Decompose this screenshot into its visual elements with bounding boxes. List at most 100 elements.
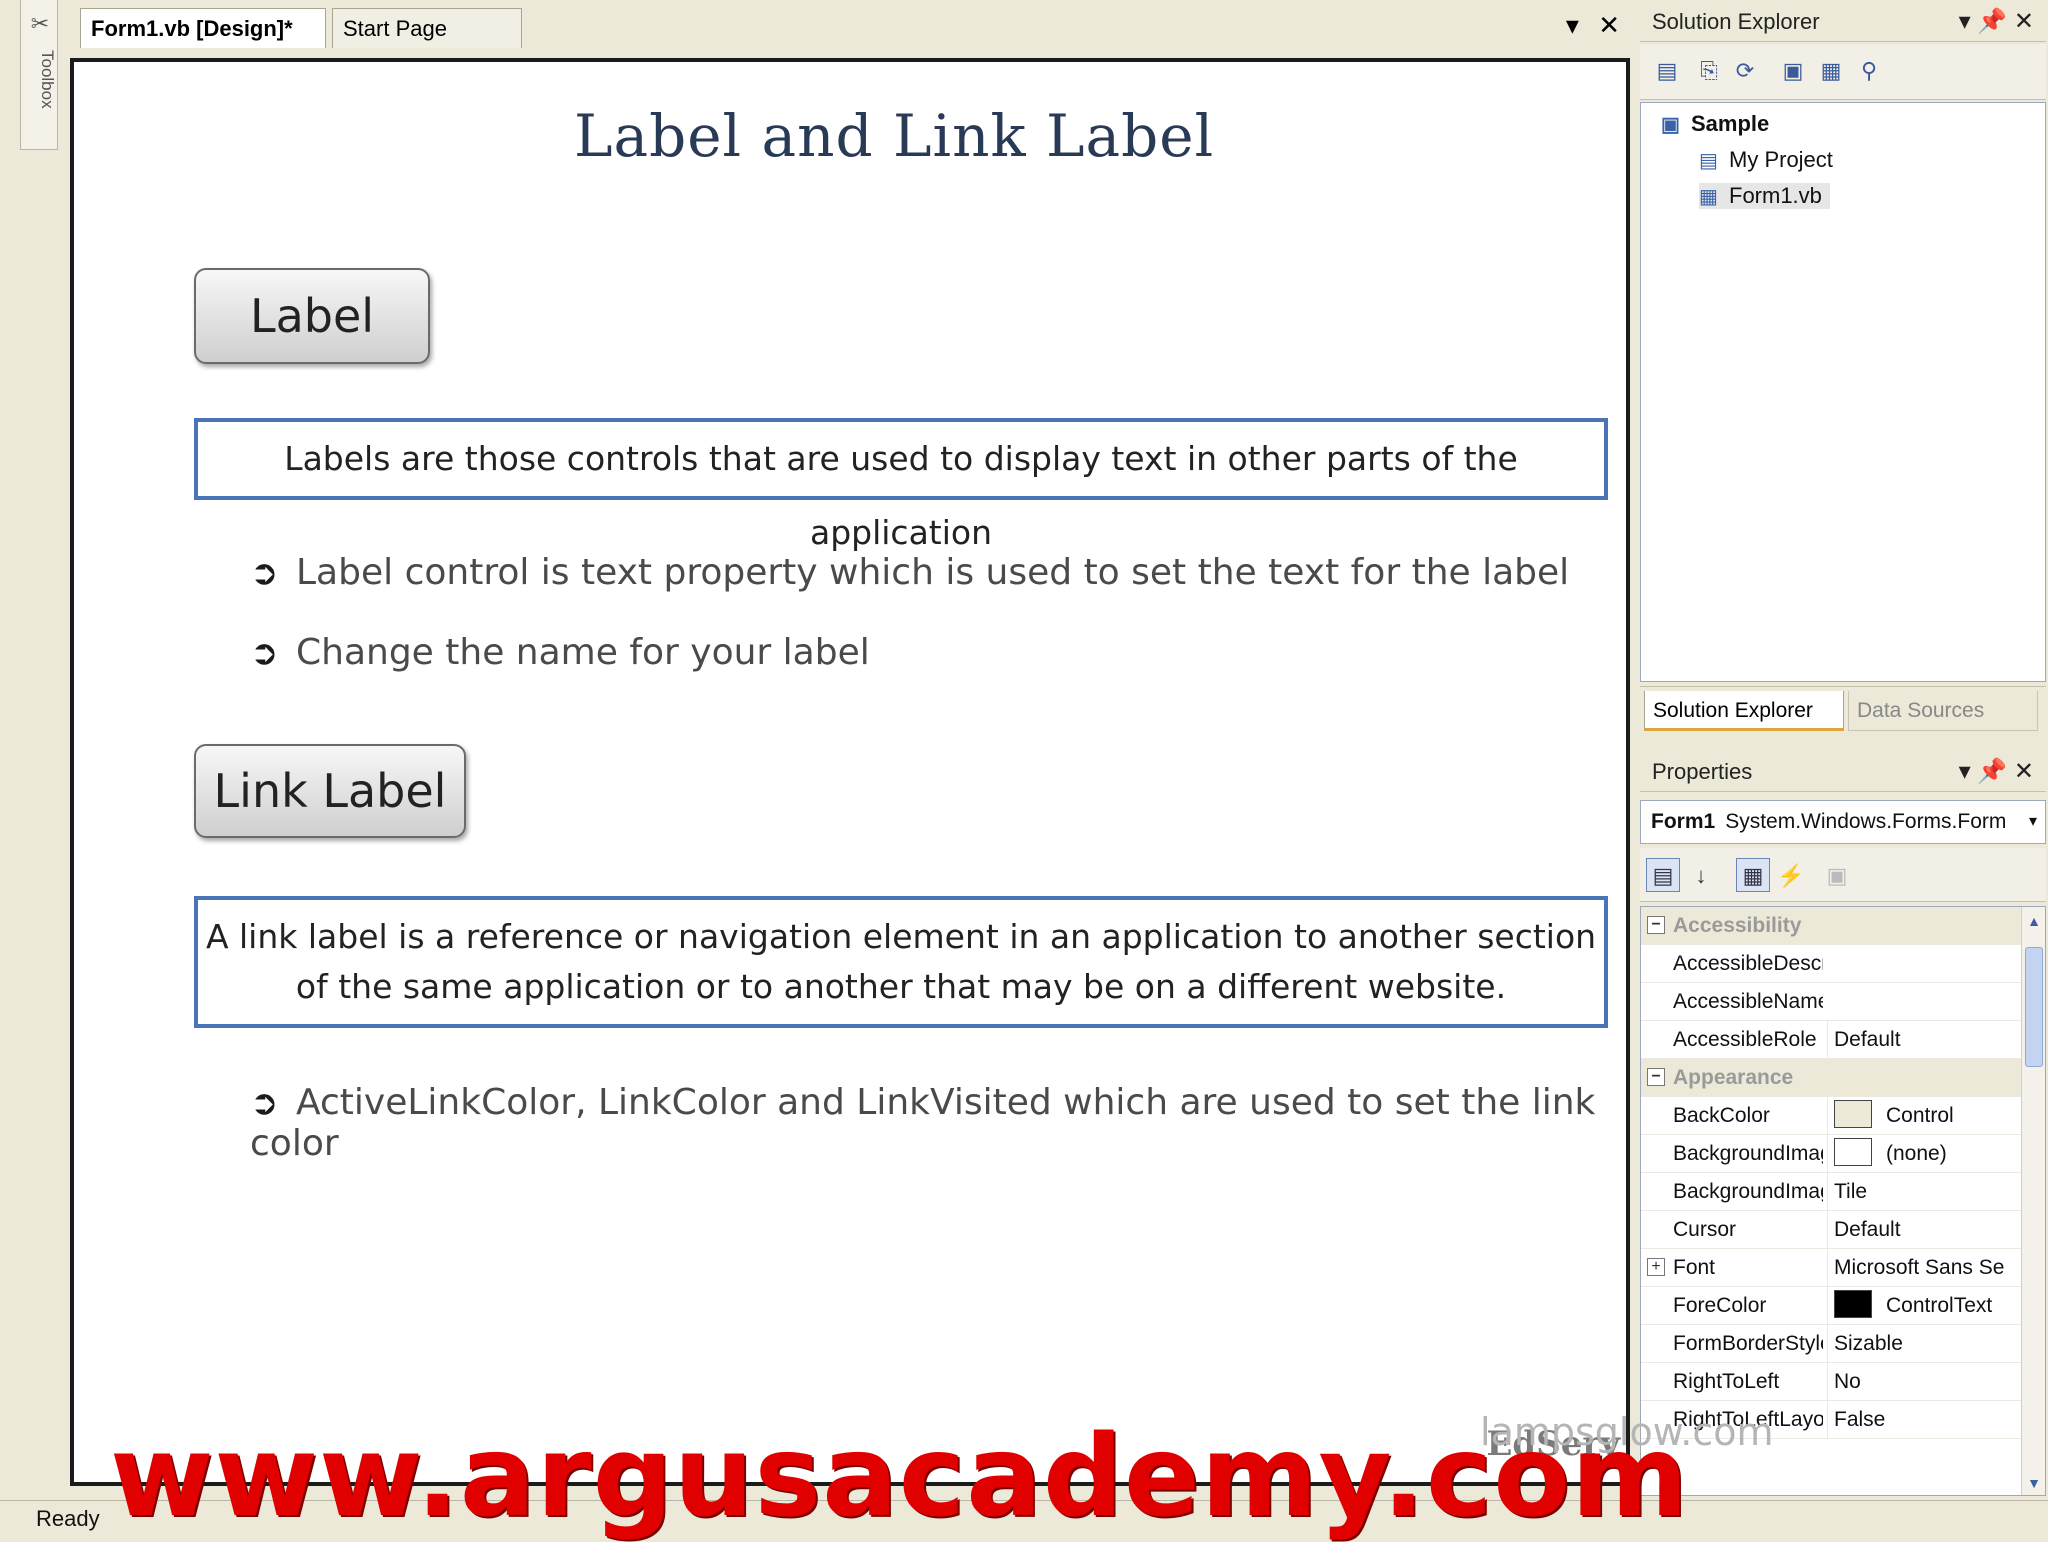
categorized-icon[interactable]: ▤ xyxy=(1646,858,1680,892)
property-name: AccessibleDescri xyxy=(1673,952,1823,975)
alphabetical-icon[interactable]: ↓ xyxy=(1684,858,1718,892)
property-value-text: Microsoft Sans Se xyxy=(1834,1256,2005,1279)
property-name: BackgroundImag xyxy=(1673,1180,1823,1203)
class-diagram-icon[interactable]: ⚲ xyxy=(1854,56,1884,86)
events-icon[interactable]: ⚡ xyxy=(1774,858,1808,892)
property-pages-icon[interactable]: ▣ xyxy=(1820,858,1854,892)
property-value-text: Tile xyxy=(1834,1180,1868,1203)
expand-icon[interactable]: + xyxy=(1647,1258,1665,1276)
property-row[interactable]: AccessibleDescri xyxy=(1641,945,2023,983)
scroll-down-icon[interactable]: ▼ xyxy=(2022,1469,2045,1495)
object-name: Form1 xyxy=(1651,810,1716,833)
solution-explorer-header: Solution Explorer ▾ 📌 ✕ xyxy=(1640,2,2046,42)
collapse-icon[interactable]: − xyxy=(1647,1068,1665,1086)
property-category-label: Appearance xyxy=(1673,1066,1794,1089)
property-grid: − Accessibility AccessibleDescri Accessible… xyxy=(1640,906,2046,1496)
property-value[interactable]: No xyxy=(1827,1363,2023,1401)
pin-icon[interactable]: 📌 xyxy=(1977,758,2007,785)
chevron-down-icon[interactable]: ▾ xyxy=(1566,10,1579,40)
properties-title: Properties xyxy=(1652,759,1753,784)
property-row[interactable]: AccessibleRole Default xyxy=(1641,1021,2023,1059)
property-row[interactable]: BackgroundImag Tile xyxy=(1641,1173,2023,1211)
bullet-text: Label control is text property which is … xyxy=(296,552,1570,593)
close-icon[interactable]: ✕ xyxy=(1598,10,1620,40)
property-value[interactable]: (none) xyxy=(1827,1135,2023,1173)
bullet-text: Change the name for your label xyxy=(296,632,870,673)
property-value[interactable]: Default xyxy=(1827,1021,2023,1059)
property-row[interactable]: Cursor Default xyxy=(1641,1211,2023,1249)
toolbox-strip[interactable]: ✂ Toolbox xyxy=(20,0,58,150)
property-value[interactable]: Sizable xyxy=(1827,1325,2023,1363)
bullet-text: ActiveLinkColor, LinkColor and LinkVisit… xyxy=(250,1082,1596,1164)
property-value-text: (none) xyxy=(1886,1142,1947,1165)
solution-icon: ▣ xyxy=(1661,114,1680,136)
tab-start-page[interactable]: Start Page xyxy=(332,8,522,48)
chevron-down-icon[interactable]: ▾ xyxy=(1959,8,1971,35)
collapse-icon[interactable]: − xyxy=(1647,916,1665,934)
color-swatch xyxy=(1834,1138,1872,1167)
property-category[interactable]: − Appearance xyxy=(1641,1059,2023,1097)
object-type: System.Windows.Forms.Form xyxy=(1725,810,2007,833)
tree-item-label: Form1.vb xyxy=(1729,183,1822,208)
object-selector[interactable]: Form1 System.Windows.Forms.Form ▾ xyxy=(1640,800,2046,844)
solution-explorer-toolbar: ▤ ⎘ ⟳ ▣ ▦ ⚲ xyxy=(1640,44,2046,100)
property-category[interactable]: − Accessibility xyxy=(1641,907,2023,945)
bullet-item: ➲ Label control is text property which is… xyxy=(250,552,1569,593)
property-value-text: Default xyxy=(1834,1028,1901,1051)
toolbox-label[interactable]: Toolbox xyxy=(23,50,57,140)
property-row[interactable]: BackgroundImag (none) xyxy=(1641,1135,2023,1173)
property-row[interactable]: BackColor Control xyxy=(1641,1097,2023,1135)
scroll-up-icon[interactable]: ▲ xyxy=(2022,907,2045,935)
link-label-heading-button: Link Label xyxy=(194,744,466,838)
property-grid-scrollbar[interactable]: ▲ ▼ xyxy=(2021,907,2045,1495)
document-controls: ▾ ✕ xyxy=(1554,10,1620,41)
tab-solution-explorer[interactable]: Solution Explorer xyxy=(1644,691,1844,731)
document-tab-strip: Form1.vb [Design]* Start Page ▾ ✕ xyxy=(60,0,1630,48)
pin-icon[interactable]: 📌 xyxy=(1977,8,2007,35)
toolbox-icon[interactable]: ✂ xyxy=(28,12,52,36)
properties-header: Properties ▾ 📌 ✕ xyxy=(1640,752,2046,792)
color-swatch xyxy=(1834,1100,1872,1129)
tree-item-form1[interactable]: ▦ Form1.vb xyxy=(1699,183,1830,209)
arrow-bullet-icon: ➲ xyxy=(250,633,279,673)
form-design-surface[interactable]: Label and Link Label Label Labels are th… xyxy=(70,58,1630,1486)
scroll-thumb[interactable] xyxy=(2025,947,2043,1067)
property-name: BackColor xyxy=(1673,1104,1770,1127)
property-value[interactable]: Control xyxy=(1827,1097,2023,1135)
property-value[interactable]: Default xyxy=(1827,1211,2023,1249)
refresh-icon[interactable]: ⟳ xyxy=(1730,56,1760,86)
chevron-down-icon[interactable]: ▾ xyxy=(1959,758,1971,785)
right-dock: Solution Explorer ▾ 📌 ✕ ▤ ⎘ ⟳ ▣ ▦ ⚲ ▣ Sam… xyxy=(1640,0,2048,1500)
property-value[interactable]: ControlText xyxy=(1827,1287,2023,1325)
property-name: FormBorderStyle xyxy=(1673,1332,1823,1355)
properties-icon[interactable]: ▤ xyxy=(1652,56,1682,86)
property-value-text: ControlText xyxy=(1886,1294,1993,1317)
tree-item-my-project[interactable]: ▤ My Project xyxy=(1699,147,1833,173)
tree-item-label: Sample xyxy=(1691,111,1770,136)
form-file-icon: ▦ xyxy=(1699,186,1718,208)
property-row[interactable]: ForeColor ControlText xyxy=(1641,1287,2023,1325)
property-value-text: Sizable xyxy=(1834,1332,1903,1355)
project-icon: ▤ xyxy=(1699,150,1718,172)
view-designer-icon[interactable]: ▦ xyxy=(1816,56,1846,86)
property-category-label: Accessibility xyxy=(1673,914,1802,937)
property-row[interactable]: FormBorderStyle Sizable xyxy=(1641,1325,2023,1363)
view-code-icon[interactable]: ▣ xyxy=(1778,56,1808,86)
property-row[interactable]: AccessibleName xyxy=(1641,983,2023,1021)
properties-view-icon[interactable]: ▦ xyxy=(1736,858,1770,892)
link-label-definition-box: A link label is a reference or navigatio… xyxy=(194,896,1608,1028)
label-heading-button: Label xyxy=(194,268,430,364)
property-row[interactable]: + Font Microsoft Sans Se xyxy=(1641,1249,2023,1287)
chevron-down-icon[interactable]: ▾ xyxy=(2029,801,2037,843)
property-value[interactable]: Microsoft Sans Se xyxy=(1827,1249,2023,1287)
solution-tree: ▣ Sample ▤ My Project ▦ Form1.vb xyxy=(1640,102,2046,682)
property-row[interactable]: RightToLeft No xyxy=(1641,1363,2023,1401)
property-value[interactable]: Tile xyxy=(1827,1173,2023,1211)
tab-form1-design[interactable]: Form1.vb [Design]* xyxy=(80,8,326,48)
tab-data-sources[interactable]: Data Sources xyxy=(1848,691,2038,731)
close-icon[interactable]: ✕ xyxy=(2014,758,2034,785)
close-icon[interactable]: ✕ xyxy=(2014,8,2034,35)
tree-item-solution[interactable]: ▣ Sample xyxy=(1661,111,1769,137)
arrow-bullet-icon: ➲ xyxy=(250,553,279,593)
show-all-files-icon[interactable]: ⎘ xyxy=(1694,56,1724,86)
